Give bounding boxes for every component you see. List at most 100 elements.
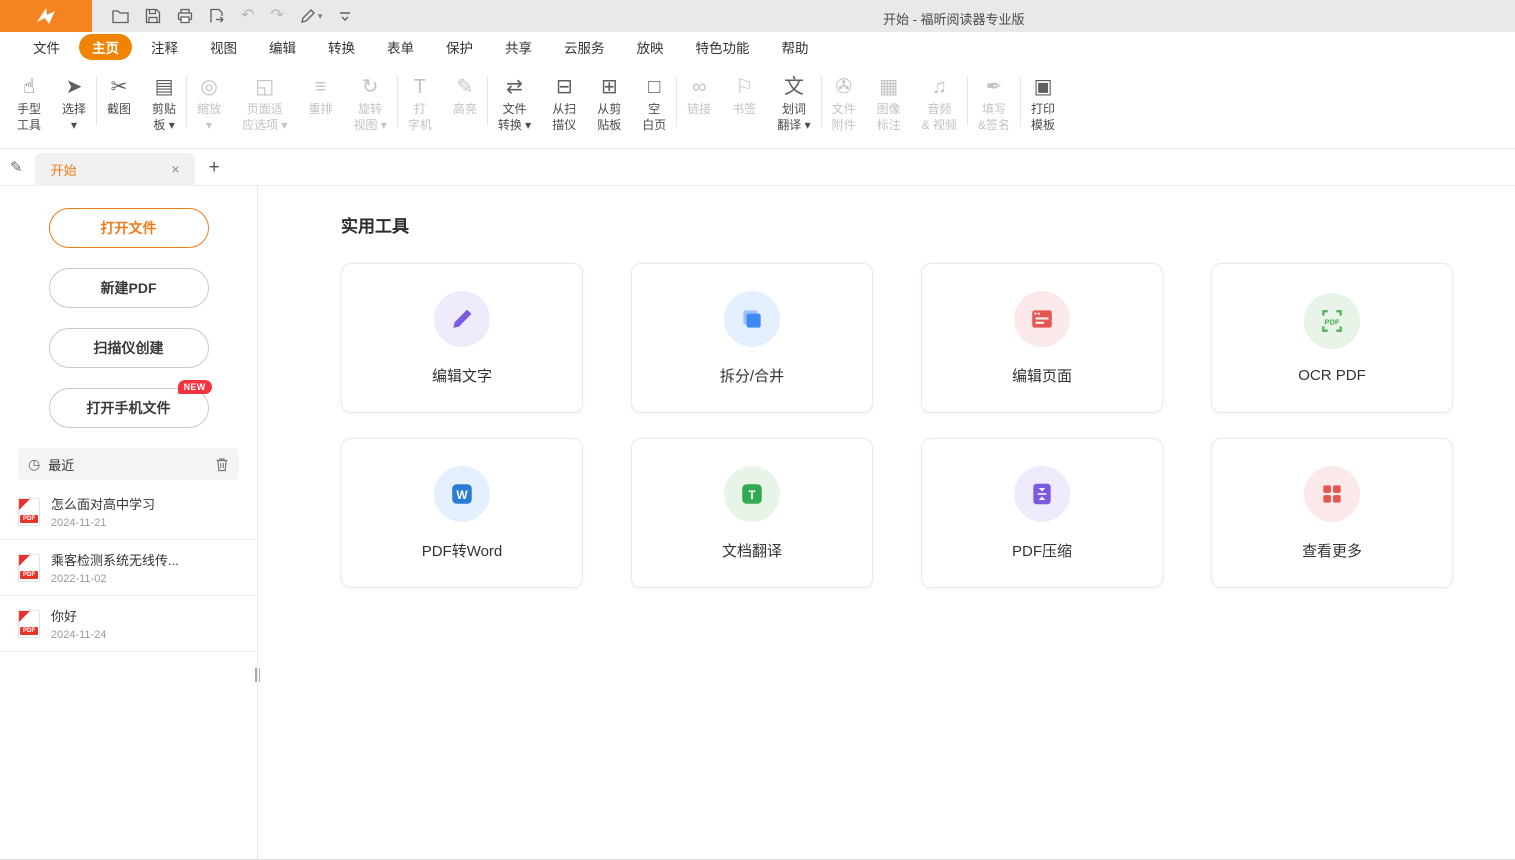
menu-tab-help[interactable]: 帮助 bbox=[769, 34, 822, 60]
tool-card-split-merge[interactable]: 拆分/合并 bbox=[631, 263, 873, 413]
export-icon[interactable] bbox=[209, 8, 225, 24]
pen-icon[interactable]: ✎ bbox=[10, 158, 23, 176]
ribbon-item-label: 重排 bbox=[308, 101, 332, 133]
hand-tool-icon: ☝ bbox=[23, 73, 35, 101]
view-more-icon bbox=[1304, 466, 1360, 522]
ribbon-item-label: 缩放 ▾ bbox=[197, 101, 221, 133]
menu-tab-edit[interactable]: 编辑 bbox=[256, 34, 309, 60]
menu-tab-label: 云服务 bbox=[564, 41, 605, 56]
ribbon-hand-tool[interactable]: ☝ 手型 工具 bbox=[10, 70, 48, 136]
new-badge: NEW bbox=[178, 380, 212, 394]
menu-tab-cloud[interactable]: 云服务 bbox=[551, 34, 618, 60]
menu-tab-label: 保护 bbox=[446, 41, 473, 56]
ribbon-item-label: 页面适 应选项 ▾ bbox=[242, 101, 287, 133]
recent-file-item[interactable]: 你好 2024-11-24 bbox=[0, 596, 257, 652]
title-bar: ↶ ↷ ▾ 开始 - 福昕阅读器专业版 bbox=[0, 0, 1515, 32]
ink-signature-icon[interactable]: ▾ bbox=[300, 8, 323, 24]
ribbon-highlight: ✎ 高亮 bbox=[446, 70, 484, 136]
ribbon-from-scanner[interactable]: ⊟ 从扫 描仪 bbox=[545, 70, 583, 136]
ribbon-from-clipboard[interactable]: ⊞ 从剪 贴板 bbox=[590, 70, 628, 136]
app-window: ↶ ↷ ▾ 开始 - 福昕阅读器专业版 文件 主页 注释 bbox=[0, 0, 1515, 860]
menu-tab-features[interactable]: 特色功能 bbox=[683, 34, 763, 60]
sidebar-resize-handle[interactable] bbox=[254, 668, 261, 684]
new-pdf-button[interactable]: 新建PDF bbox=[49, 268, 209, 308]
pdf-file-icon bbox=[18, 610, 40, 638]
recent-file-name: 你好 bbox=[51, 606, 106, 625]
clear-recent-trash-icon[interactable] bbox=[215, 457, 229, 472]
split-merge-icon bbox=[724, 291, 780, 347]
foxit-logo[interactable] bbox=[0, 0, 92, 32]
ribbon-file-convert[interactable]: ⇄ 文件 转换 ▾ bbox=[491, 70, 538, 136]
ribbon-print-template[interactable]: ▣ 打印 模板 bbox=[1024, 70, 1062, 136]
redo-icon: ↷ bbox=[270, 8, 283, 24]
ribbon-typewriter: T 打 字机 bbox=[401, 70, 439, 136]
image-annotation-icon: ▦ bbox=[879, 73, 898, 101]
ribbon-select[interactable]: ➤ 选择 ▾ bbox=[55, 70, 93, 136]
close-tab-icon[interactable]: × bbox=[168, 161, 182, 177]
menu-tab-home[interactable]: 主页 bbox=[79, 34, 132, 60]
menu-tab-label: 视图 bbox=[210, 41, 237, 56]
recent-file-item[interactable]: 怎么面对高中学习 2024-11-21 bbox=[0, 484, 257, 540]
blank-page-icon: □ bbox=[648, 73, 660, 101]
menu-tab-convert[interactable]: 转换 bbox=[315, 34, 368, 60]
sidebar: 打开文件 新建PDF 扫描仪创建 打开手机文件 NEW ◷ 最近 bbox=[0, 186, 258, 859]
ribbon-item-label: 文件 转换 ▾ bbox=[498, 101, 531, 133]
fill-sign-icon: ✒ bbox=[986, 73, 1003, 101]
tool-card-edit-text[interactable]: 编辑文字 bbox=[341, 263, 583, 413]
pdf-compress-icon bbox=[1014, 466, 1070, 522]
quick-access-toolbar: ↶ ↷ ▾ bbox=[112, 8, 352, 24]
ribbon-item-label: 从剪 贴板 bbox=[597, 101, 621, 133]
recent-file-item[interactable]: 乘客检测系统无线传... 2022-11-02 bbox=[0, 540, 257, 596]
tool-card-edit-pages[interactable]: 编辑页面 bbox=[921, 263, 1163, 413]
menu-tab-share[interactable]: 共享 bbox=[492, 34, 545, 60]
tool-card-label: 拆分/合并 bbox=[720, 365, 784, 386]
snapshot-icon: ✂ bbox=[111, 73, 128, 101]
ribbon-reflow: ≡ 重排 bbox=[301, 70, 339, 136]
chevron-down-icon: ▾ bbox=[318, 12, 323, 21]
recent-file-date: 2022-11-02 bbox=[51, 573, 179, 585]
tool-card-ocr-pdf[interactable]: PDF OCR PDF bbox=[1211, 263, 1453, 413]
save-icon[interactable] bbox=[145, 8, 161, 24]
ribbon-item-label: 文件 附件 bbox=[832, 101, 856, 133]
zoom-icon: ◎ bbox=[200, 73, 217, 101]
ribbon-item-label: 链接 bbox=[687, 101, 711, 133]
open-file-icon[interactable] bbox=[112, 9, 129, 24]
doc-tab-start[interactable]: 开始 × bbox=[35, 153, 195, 185]
tool-card-pdf-compress[interactable]: PDF压缩 bbox=[921, 438, 1163, 588]
ribbon-translate[interactable]: 文 划词 翻译 ▾ bbox=[770, 70, 817, 136]
menu-tab-view[interactable]: 视图 bbox=[197, 34, 250, 60]
open-file-button[interactable]: 打开文件 bbox=[49, 208, 209, 248]
svg-text:W: W bbox=[456, 487, 468, 501]
tool-card-doc-translate[interactable]: T 文档翻译 bbox=[631, 438, 873, 588]
tools-grid: 编辑文字 拆分/合并 编辑页面 PDF bbox=[341, 263, 1515, 588]
customize-toolbar-icon[interactable] bbox=[338, 9, 352, 23]
ribbon-item-label: 图像 标注 bbox=[877, 101, 901, 133]
menu-tab-label: 共享 bbox=[505, 41, 532, 56]
ribbon-blank-page[interactable]: □ 空 白页 bbox=[635, 70, 673, 136]
recent-section-header: ◷ 最近 bbox=[18, 448, 239, 480]
ribbon-clipboard[interactable]: ▤ 剪贴 板 ▾ bbox=[145, 70, 183, 136]
print-icon[interactable] bbox=[177, 8, 193, 24]
ribbon-toolbar: ☝ 手型 工具 ➤ 选择 ▾ ✂ 截图 bbox=[0, 62, 1515, 149]
menu-tab-comment[interactable]: 注释 bbox=[138, 34, 191, 60]
menu-tab-form[interactable]: 表单 bbox=[374, 34, 427, 60]
fox-icon bbox=[33, 5, 59, 27]
ribbon-rotate-view: ↻ 旋转 视图 ▾ bbox=[346, 70, 393, 136]
tool-card-pdf-to-word[interactable]: W PDF转Word bbox=[341, 438, 583, 588]
ribbon-item-label: 空 白页 bbox=[642, 101, 666, 133]
new-tab-button[interactable]: + bbox=[209, 158, 220, 177]
page-fit-icon: ◱ bbox=[255, 73, 274, 101]
ribbon-audio-video: ♫ 音频 & 视频 bbox=[915, 70, 964, 136]
open-mobile-file-button[interactable]: 打开手机文件 NEW bbox=[49, 388, 209, 428]
create-from-scanner-button[interactable]: 扫描仪创建 bbox=[49, 328, 209, 368]
svg-text:T: T bbox=[748, 487, 756, 501]
tool-card-label: 文档翻译 bbox=[722, 540, 782, 561]
menu-tab-file[interactable]: 文件 bbox=[20, 34, 73, 60]
tool-card-view-more[interactable]: 查看更多 bbox=[1211, 438, 1453, 588]
ribbon-snapshot[interactable]: ✂ 截图 bbox=[100, 70, 138, 136]
menu-tab-protect[interactable]: 保护 bbox=[433, 34, 486, 60]
menu-tab-present[interactable]: 放映 bbox=[624, 34, 677, 60]
doc-translate-icon: T bbox=[724, 466, 780, 522]
highlight-icon: ✎ bbox=[456, 73, 473, 101]
ribbon-item-label: 选择 ▾ bbox=[62, 101, 86, 133]
